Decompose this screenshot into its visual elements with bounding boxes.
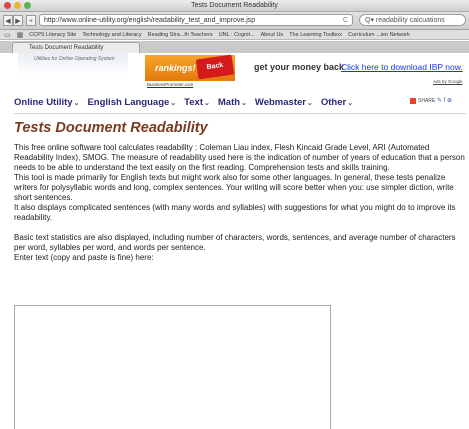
chevron-down-icon: ⌄ — [170, 99, 177, 107]
menu-math[interactable]: Math⌄ — [218, 97, 247, 108]
bookmark-item[interactable]: Technology and Literacy — [82, 32, 141, 38]
page-content: This free online software tool calculate… — [14, 143, 469, 263]
menu-label: Text — [184, 96, 203, 108]
bookmarks-bar: ▭ ▦ CCPS Literacy Site Technology and Li… — [0, 30, 469, 40]
ad-download-link[interactable]: Click here to download IBP now. — [341, 62, 463, 72]
ad-url-link[interactable]: BusinessPromoter.com — [147, 82, 193, 87]
search-input[interactable]: Q▾ readability calcuations — [359, 14, 466, 26]
site-menu: Online Utility⌄ English Language⌄ Text⌄ … — [14, 92, 464, 112]
logo-tagline: Utilities for Online Operating System — [34, 56, 115, 62]
grid-icon[interactable]: ▦ — [17, 31, 24, 39]
menu-other[interactable]: Other⌄ — [321, 97, 353, 108]
share-button[interactable]: SHARE — [410, 98, 435, 104]
menu-label: Other — [320, 96, 347, 108]
chevron-down-icon: ⌄ — [204, 99, 210, 107]
menu-online-utility[interactable]: Online Utility⌄ — [14, 97, 79, 108]
page-title: Tests Document Readability — [14, 120, 208, 136]
bookmark-item[interactable]: Reading Stra...th Teachers — [148, 32, 213, 38]
statistics-paragraph: Basic text statistics are also displayed… — [14, 233, 456, 252]
textarea-label: Enter text (copy and paste is fine) here… — [14, 253, 154, 262]
ad-text: get your money back — [254, 62, 345, 72]
window-title: Tests Document Readability — [191, 2, 278, 9]
window-titlebar: Tests Document Readability — [0, 0, 469, 12]
bookmark-item[interactable]: The Learning Toolbox — [289, 32, 342, 38]
bookmark-item[interactable]: CCPS Literacy Site — [29, 32, 76, 38]
menu-english-language[interactable]: English Language⌄ — [87, 97, 176, 108]
menu-webmaster[interactable]: Webmaster⌄ — [255, 97, 313, 108]
bookmark-item[interactable]: UNL : Cognit... — [219, 32, 255, 38]
chevron-down-icon: ⌄ — [306, 99, 313, 107]
add-bookmark-button[interactable]: + — [26, 15, 36, 26]
menu-divider — [14, 113, 466, 114]
ads-by-google-link[interactable]: Ads by Google — [433, 79, 463, 84]
back-button[interactable]: ◀ — [3, 15, 13, 26]
reload-icon[interactable]: C — [343, 15, 348, 25]
book-icon[interactable]: ▭ — [4, 31, 11, 39]
url-text: http://www.online-utility.org/english/re… — [44, 17, 256, 24]
social-icons[interactable]: ✎ f ⊕ — [437, 97, 452, 104]
forward-button[interactable]: ▶ — [13, 15, 23, 26]
bookmark-item[interactable]: About Us — [261, 32, 284, 38]
address-bar[interactable]: http://www.online-utility.org/english/re… — [39, 14, 353, 26]
site-banner: Utilities for Online Operating System ra… — [0, 53, 469, 90]
menu-text[interactable]: Text⌄ — [184, 97, 210, 108]
text-input-area[interactable] — [14, 305, 331, 429]
chevron-down-icon: ⌄ — [241, 99, 247, 107]
share-icon — [410, 98, 416, 104]
intro-paragraph: This free online software tool calculate… — [14, 143, 465, 172]
browser-toolbar: ◀ ▶ + http://www.online-utility.org/engl… — [0, 12, 469, 30]
menu-label: Math — [217, 96, 241, 108]
menu-label: Online Utility — [14, 96, 73, 108]
menu-label: English Language — [87, 96, 170, 108]
ad-headline: rankings! — [155, 63, 196, 73]
bookmark-item[interactable]: Curriculum ...ien Network — [348, 32, 410, 38]
menu-label: Webmaster — [254, 96, 306, 108]
tab-readability[interactable]: Tests Document Readability — [12, 42, 140, 53]
language-paragraph: This tool is made primarily for English … — [14, 173, 454, 202]
share-label: SHARE — [418, 98, 436, 104]
chevron-down-icon: ⌄ — [73, 99, 80, 107]
complex-sentences-paragraph: It also displays complicated sentences (… — [14, 203, 456, 222]
chevron-down-icon: ⌄ — [347, 99, 354, 107]
